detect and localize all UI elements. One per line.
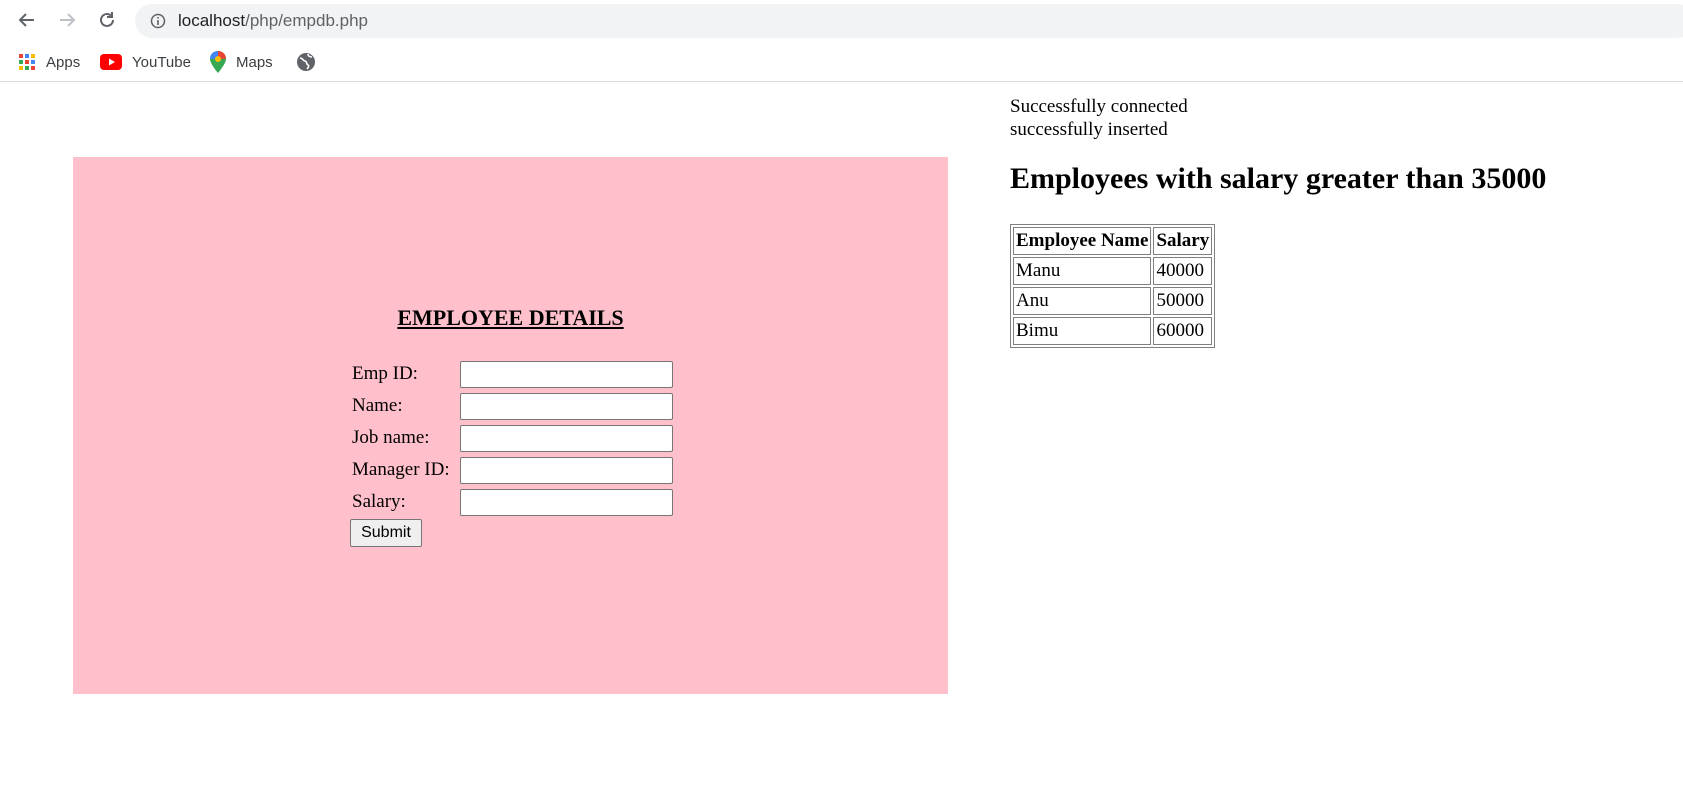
employee-name-cell: Bimu: [1013, 317, 1152, 345]
globe-icon: [296, 52, 316, 72]
back-arrow-icon: [18, 13, 34, 27]
employee-name-cell: Anu: [1013, 287, 1152, 315]
bookmark-label: YouTube: [132, 53, 191, 71]
salary-label: Salary:: [352, 491, 406, 512]
youtube-icon: [100, 54, 122, 70]
manager-id-input[interactable]: [460, 456, 673, 484]
bookmark-maps[interactable]: Maps: [210, 51, 273, 73]
emp-id-input[interactable]: [460, 360, 673, 388]
forward-button[interactable]: [53, 6, 81, 34]
form-row-job-name: Job name:: [351, 423, 674, 453]
bookmarks-bar: Apps YouTube Maps: [0, 44, 1683, 82]
forward-arrow-icon: [60, 13, 76, 27]
status-inserted: successfully inserted: [1010, 119, 1168, 140]
status-messages: Successfully connected successfully inse…: [1010, 95, 1188, 141]
bookmark-globe[interactable]: [296, 51, 326, 73]
table-row: Anu 50000: [1013, 287, 1213, 315]
apps-grid-icon: [18, 53, 36, 71]
salary-cell: 60000: [1153, 317, 1213, 345]
maps-pin-icon: [210, 51, 226, 73]
bookmark-apps[interactable]: Apps: [18, 51, 80, 73]
url-text: localhost/php/empdb.php: [178, 11, 368, 31]
reload-icon: [100, 12, 114, 27]
name-label: Name:: [352, 395, 403, 416]
reload-button[interactable]: [93, 6, 121, 34]
table-header-row: Employee Name Salary: [1013, 227, 1213, 255]
submit-button[interactable]: Submit: [350, 519, 422, 547]
status-connected: Successfully connected: [1010, 96, 1188, 117]
name-input[interactable]: [460, 392, 673, 420]
form-row-name: Name:: [351, 391, 674, 421]
column-header-employee-name: Employee Name: [1013, 227, 1152, 255]
form-title: EMPLOYEE DETAILS: [397, 305, 624, 330]
form-row-manager-id: Manager ID:: [351, 455, 674, 485]
employee-form-panel: EMPLOYEE DETAILS Emp ID: Name: Job name:…: [73, 157, 948, 694]
salary-input[interactable]: [460, 488, 673, 516]
bookmark-youtube[interactable]: YouTube: [100, 51, 191, 73]
job-name-label: Job name:: [352, 427, 430, 448]
table-row: Manu 40000: [1013, 257, 1213, 285]
table-row: Bimu 60000: [1013, 317, 1213, 345]
employee-name-cell: Manu: [1013, 257, 1152, 285]
emp-id-label: Emp ID:: [352, 363, 418, 384]
results-title: Employees with salary greater than 35000: [1010, 162, 1547, 195]
url-host: localhost: [178, 11, 246, 30]
employees-table: Employee Name Salary Manu 40000 Anu 5000…: [1010, 224, 1216, 348]
manager-id-label: Manager ID:: [352, 459, 450, 480]
back-button[interactable]: [13, 6, 41, 34]
column-header-salary: Salary: [1153, 227, 1213, 255]
salary-cell: 40000: [1153, 257, 1213, 285]
job-name-input[interactable]: [460, 424, 673, 452]
info-icon[interactable]: [150, 13, 166, 29]
form-row-salary: Salary:: [351, 487, 674, 517]
salary-cell: 50000: [1153, 287, 1213, 315]
url-path: /php/empdb.php: [245, 11, 368, 30]
form-row-emp-id: Emp ID:: [351, 359, 674, 389]
bookmark-label: Apps: [46, 53, 81, 71]
employee-form: Emp ID: Name: Job name: Manager ID: Sala…: [349, 357, 676, 519]
browser-toolbar: localhost/php/empdb.php: [0, 0, 1683, 40]
bookmark-label: Maps: [236, 53, 273, 71]
address-bar[interactable]: localhost/php/empdb.php: [135, 4, 1683, 38]
